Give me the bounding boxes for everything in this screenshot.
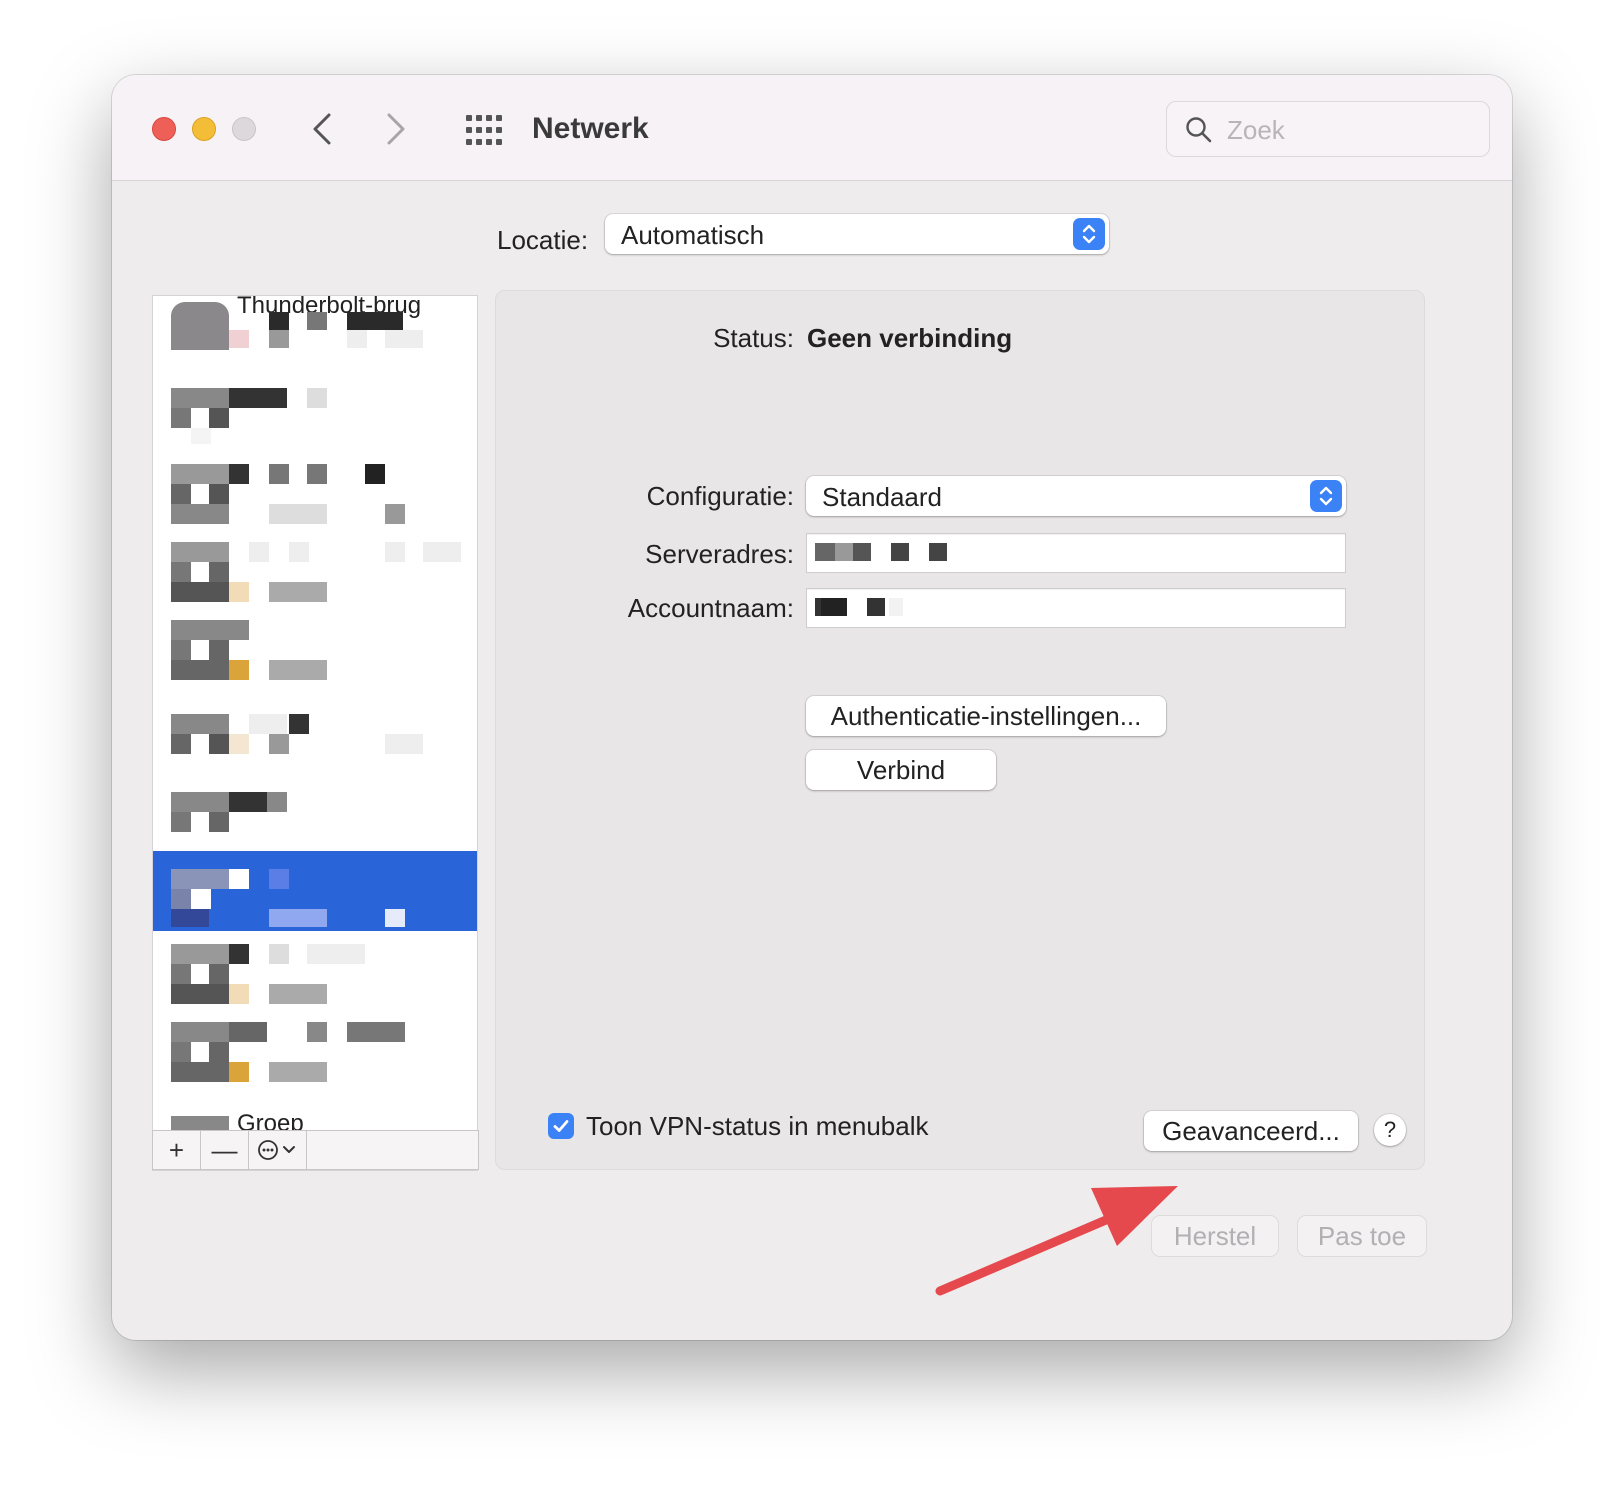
zoom-window-button[interactable] [232,117,256,141]
show-vpn-status-label: Toon VPN-status in menubalk [586,1111,929,1141]
config-value: Standaard [822,482,942,512]
account-name-field[interactable] [806,588,1346,628]
chevron-right-icon [387,113,405,145]
service-item[interactable] [153,768,477,848]
vpn-detail-panel: Status: Geen verbinding Configuratie: St… [495,290,1425,1170]
service-item[interactable] [153,1014,477,1094]
status-label: Status: [713,323,794,353]
status-value: Geen verbinding [807,323,1013,353]
location-value: Automatisch [621,220,765,250]
service-item[interactable] [153,612,477,692]
service-item[interactable] [153,936,477,1016]
account-name-label: Accountnaam: [627,593,794,623]
search-input[interactable] [1227,112,1477,148]
service-item[interactable] [153,378,477,458]
minimize-window-button[interactable] [192,117,216,141]
search-icon [1186,117,1212,143]
help-button[interactable]: ? [1374,1114,1406,1146]
ellipsis-circle-icon [257,1140,295,1160]
show-all-button[interactable] [464,111,502,149]
chevron-left-icon [313,113,331,145]
apply-button[interactable]: Pas toe [1298,1216,1426,1256]
add-service-button[interactable]: + [153,1131,201,1169]
title-bar: Netwerk [112,75,1512,181]
remove-service-button[interactable]: — [201,1131,249,1169]
service-item-selected[interactable] [153,851,477,931]
close-window-button[interactable] [152,117,176,141]
config-popup[interactable]: Standaard [806,476,1346,516]
action-menu-button[interactable] [249,1131,307,1169]
search-box[interactable] [1166,101,1490,157]
updown-icon [1310,480,1342,512]
grid-icon [466,115,502,145]
location-popup[interactable]: Automatisch [605,214,1109,254]
server-address-label: Serveradres: [645,539,794,569]
advanced-button[interactable]: Geavanceerd... [1144,1111,1358,1151]
config-label: Configuratie: [646,481,794,511]
authentication-settings-button[interactable]: Authenticatie-instellingen... [806,696,1166,736]
system-preferences-window: Netwerk Locatie: Automatisch Thunderbolt… [112,75,1512,1340]
service-list-toolbar: + — [152,1130,479,1170]
service-item[interactable] [153,534,477,614]
window-title: Netwerk [532,112,649,145]
service-list[interactable]: Thunderbolt-brug Groep [152,295,478,1171]
forward-button[interactable] [376,109,416,149]
updown-icon [1073,218,1105,250]
show-vpn-status-checkbox[interactable] [548,1113,574,1139]
connect-button[interactable]: Verbind [806,750,996,790]
revert-button[interactable]: Herstel [1152,1216,1278,1256]
service-item[interactable] [153,690,477,770]
service-item[interactable]: Thunderbolt-brug [153,296,477,376]
server-address-field[interactable] [806,533,1346,573]
back-button[interactable] [302,109,342,149]
location-label: Locatie: [497,225,589,255]
checkmark-icon [553,1120,569,1132]
service-item[interactable] [153,456,477,536]
